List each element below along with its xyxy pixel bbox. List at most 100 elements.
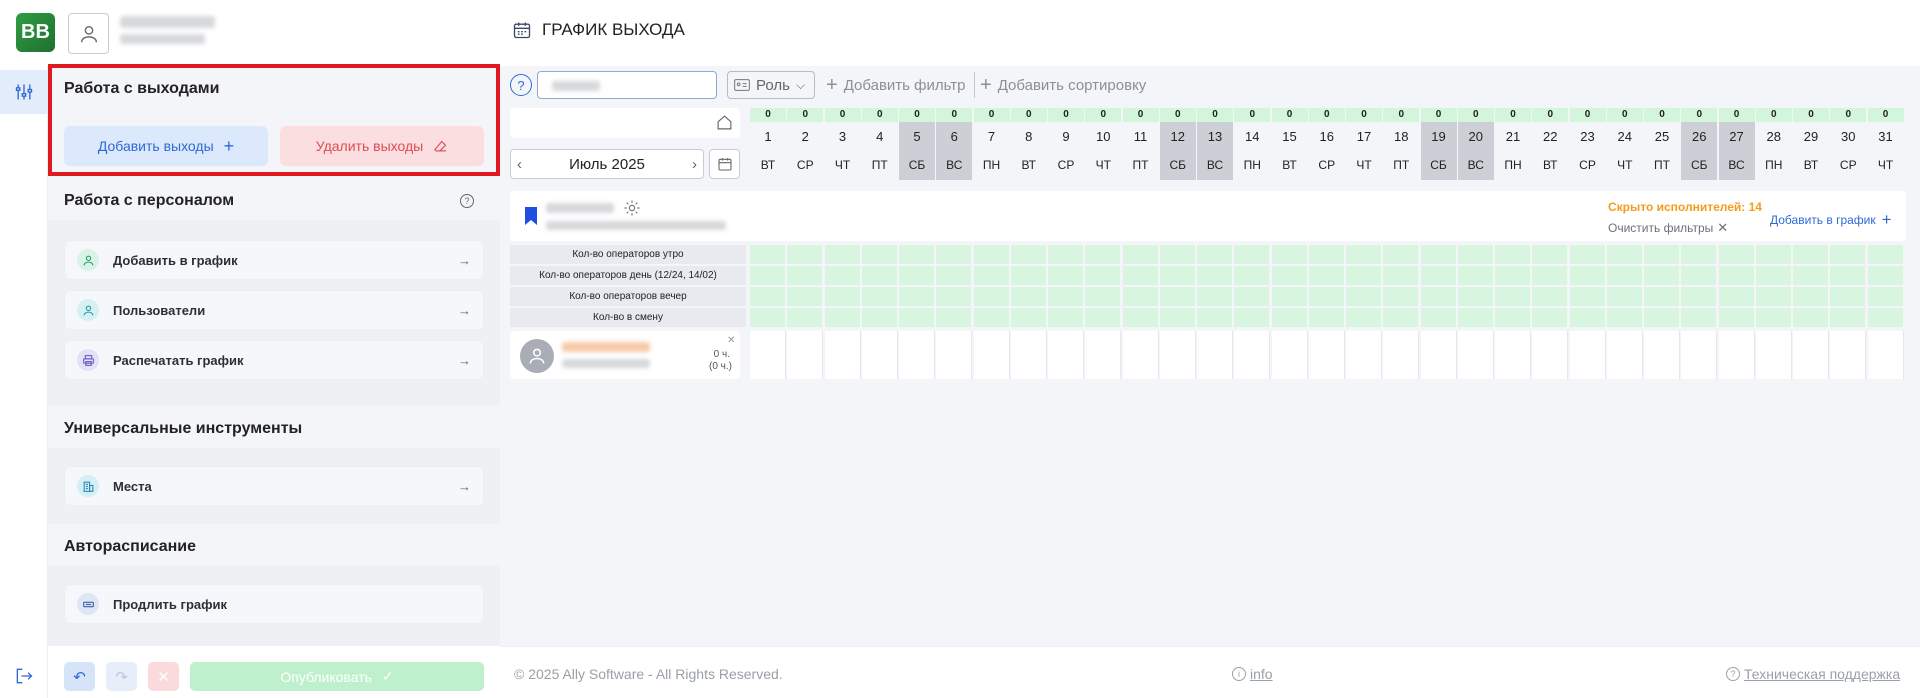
home-icon[interactable]	[716, 114, 733, 131]
schedule-cell[interactable]	[1197, 331, 1233, 379]
date-picker-button[interactable]	[709, 149, 740, 179]
schedule-cell[interactable]	[1048, 331, 1084, 379]
day-column[interactable]: 0 1 ВТ	[750, 108, 786, 180]
stat-cell	[1085, 245, 1122, 265]
add-to-schedule-menu-item[interactable]: Добавить в график →	[64, 240, 484, 280]
schedule-cell[interactable]	[1271, 331, 1308, 379]
schedule-cell[interactable]	[1569, 331, 1606, 379]
schedule-cell[interactable]	[936, 331, 973, 379]
undo-button[interactable]: ↶	[64, 662, 95, 691]
schedule-cell[interactable]	[1010, 331, 1047, 379]
schedule-cell[interactable]	[899, 331, 935, 379]
schedule-cell[interactable]	[1457, 331, 1494, 379]
schedule-cell[interactable]	[787, 331, 824, 379]
schedule-cell[interactable]	[1718, 331, 1755, 379]
day-column[interactable]: 0 21 ПН	[1495, 108, 1531, 180]
support-link[interactable]: ? Техническая поддержка	[1726, 666, 1900, 682]
schedule-cell[interactable]	[1606, 331, 1643, 379]
close-icon[interactable]: ✕	[727, 335, 735, 346]
day-number: 29	[1803, 129, 1819, 144]
schedule-cell[interactable]	[1346, 331, 1382, 379]
schedule-cell[interactable]	[1308, 331, 1345, 379]
chevron-left-icon[interactable]: ‹	[517, 156, 522, 173]
schedule-cell[interactable]	[1085, 331, 1122, 379]
stat-cell	[1159, 308, 1196, 328]
day-column[interactable]: 0 19 СБ	[1420, 108, 1457, 180]
redo-button[interactable]: ↷	[106, 662, 137, 691]
day-column[interactable]: 0 16 СР	[1308, 108, 1345, 180]
extend-schedule-menu-item[interactable]: Продлить график	[64, 584, 484, 624]
day-column[interactable]: 0 18 ПТ	[1383, 108, 1420, 180]
schedule-cell[interactable]	[1159, 331, 1196, 379]
day-count: 0	[1755, 108, 1792, 122]
day-column[interactable]: 0 12 СБ	[1159, 108, 1196, 180]
day-column[interactable]: 0 24 ЧТ	[1606, 108, 1643, 180]
info-link[interactable]: i info	[1232, 666, 1273, 682]
role-select[interactable]: Роль ⌵	[727, 71, 815, 99]
day-column[interactable]: 0 7 ПН	[973, 108, 1010, 180]
day-column[interactable]: 0 8 ВТ	[1010, 108, 1047, 180]
day-column[interactable]: 0 14 ПН	[1234, 108, 1271, 180]
stat-cell	[1197, 308, 1233, 328]
day-column[interactable]: 0 6 ВС	[936, 108, 973, 180]
filters-rail-button[interactable]	[0, 70, 48, 114]
day-column[interactable]: 0 31 ЧТ	[1867, 108, 1904, 180]
day-column[interactable]: 0 30 СР	[1830, 108, 1867, 180]
schedule-cell[interactable]	[824, 331, 861, 379]
add-to-schedule-button[interactable]: Добавить в график +	[1770, 210, 1892, 230]
day-column[interactable]: 0 9 СР	[1048, 108, 1084, 180]
help-icon[interactable]: ?	[460, 194, 474, 208]
day-column[interactable]: 0 20 ВС	[1457, 108, 1494, 180]
day-column[interactable]: 0 4 ПТ	[861, 108, 898, 180]
user-icon	[529, 348, 545, 364]
day-column[interactable]: 0 29 ВТ	[1793, 108, 1829, 180]
add-filter-button[interactable]: + Добавить фильтр	[826, 74, 965, 97]
users-menu-item[interactable]: Пользователи →	[64, 290, 484, 330]
day-column[interactable]: 0 25 ПТ	[1644, 108, 1680, 180]
help-icon[interactable]: ?	[510, 74, 532, 96]
day-column[interactable]: 0 3 ЧТ	[824, 108, 861, 180]
profile-avatar-button[interactable]	[68, 13, 109, 54]
schedule-cell[interactable]	[750, 331, 786, 379]
logout-button[interactable]	[14, 666, 34, 691]
chevron-right-icon[interactable]: ›	[692, 156, 697, 173]
day-column[interactable]: 0 15 ВТ	[1271, 108, 1308, 180]
schedule-cell[interactable]	[1420, 331, 1457, 379]
day-column[interactable]: 0 22 ВТ	[1532, 108, 1569, 180]
day-column[interactable]: 0 28 ПН	[1755, 108, 1792, 180]
schedule-cell[interactable]	[1532, 331, 1569, 379]
schedule-cell[interactable]	[1383, 331, 1420, 379]
schedule-cell[interactable]	[1234, 331, 1271, 379]
cancel-button[interactable]: ✕	[148, 662, 179, 691]
day-column[interactable]: 0 26 СБ	[1681, 108, 1718, 180]
schedule-cell[interactable]	[1867, 331, 1904, 379]
day-column[interactable]: 0 17 ЧТ	[1346, 108, 1382, 180]
day-column[interactable]: 0 5 СБ	[899, 108, 935, 180]
clear-filters-button[interactable]: Очистить фильтры ✕	[1608, 220, 1728, 236]
search-input[interactable]	[537, 71, 717, 99]
schedule-cell[interactable]	[1495, 331, 1531, 379]
stat-cell	[1718, 308, 1755, 328]
day-number: 22	[1543, 129, 1558, 144]
schedule-cell[interactable]	[1122, 331, 1159, 379]
schedule-cell[interactable]	[1644, 331, 1680, 379]
gear-icon[interactable]	[623, 199, 641, 217]
day-column[interactable]: 0 11 ПТ	[1122, 108, 1159, 180]
day-column[interactable]: 0 2 СР	[787, 108, 824, 180]
support-link-text: Техническая поддержка	[1744, 666, 1901, 682]
day-column[interactable]: 0 23 СР	[1569, 108, 1606, 180]
add-sort-button[interactable]: + Добавить сортировку	[980, 74, 1146, 97]
places-menu-item[interactable]: Места →	[64, 466, 484, 506]
day-column[interactable]: 0 13 ВС	[1197, 108, 1233, 180]
person-card[interactable]: ✕ 0 ч. (0 ч.)	[510, 331, 740, 379]
schedule-cell[interactable]	[973, 331, 1010, 379]
print-schedule-menu-item[interactable]: Распечатать график →	[64, 340, 484, 380]
schedule-cell[interactable]	[861, 331, 898, 379]
publish-button[interactable]: Опубликовать ✓	[190, 662, 484, 691]
schedule-cell[interactable]	[1681, 331, 1718, 379]
schedule-cell[interactable]	[1793, 331, 1829, 379]
schedule-cell[interactable]	[1755, 331, 1792, 379]
schedule-cell[interactable]	[1830, 331, 1867, 379]
day-column[interactable]: 0 10 ЧТ	[1085, 108, 1122, 180]
day-column[interactable]: 0 27 ВС	[1718, 108, 1755, 180]
